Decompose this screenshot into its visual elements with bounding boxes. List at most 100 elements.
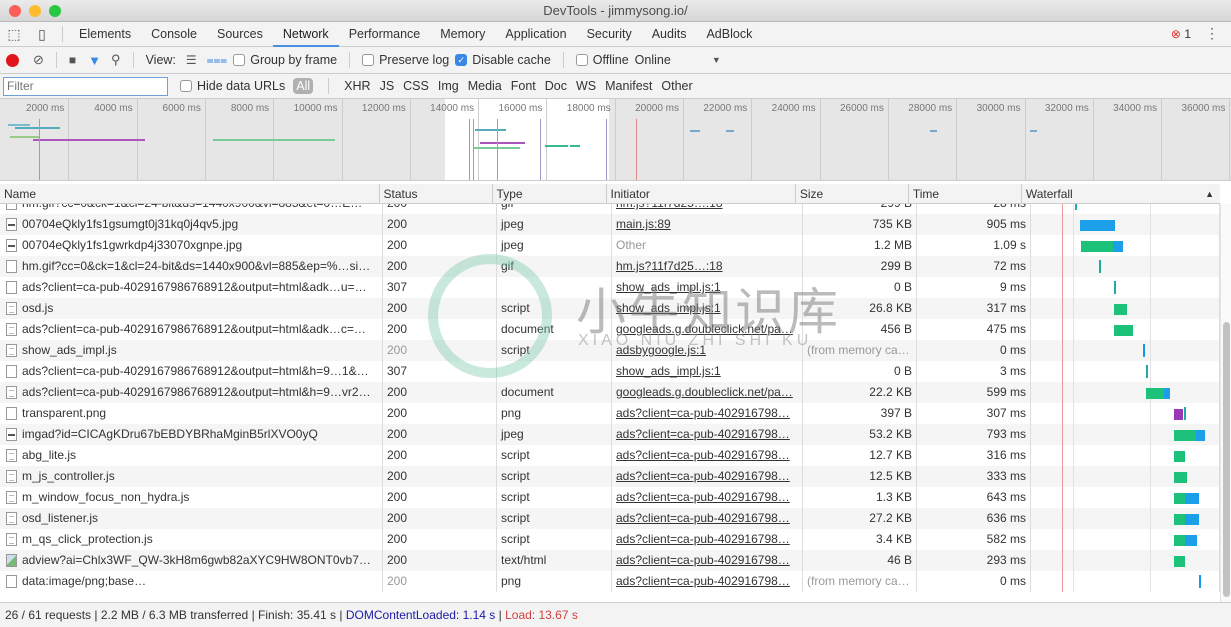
table-row[interactable]: osd.js 200 script show_ads_impl.js:1 26.… <box>0 298 1220 319</box>
preserve-log-checkbox[interactable]: Preserve log <box>362 53 449 67</box>
throttle-select[interactable]: Online ▼ <box>635 53 721 67</box>
table-row[interactable]: hm.gif?cc=0&ck=1&cl=24-bit&ds=1440x900&v… <box>0 256 1220 277</box>
request-name[interactable]: ads?client=ca-pub-4029167986768912&outpu… <box>0 382 383 403</box>
table-row[interactable]: transparent.png 200 png ads?client=ca-pu… <box>0 403 1220 424</box>
record-button[interactable] <box>6 53 19 67</box>
filter-type-all[interactable]: All <box>293 78 314 94</box>
close-window-button[interactable] <box>9 5 21 17</box>
filter-type-media[interactable]: Media <box>468 79 502 93</box>
filter-icon[interactable]: ▼ <box>88 53 101 68</box>
tab-performance[interactable]: Performance <box>339 22 431 47</box>
table-row[interactable]: m_window_focus_non_hydra.js 200 script a… <box>0 487 1220 508</box>
tab-network[interactable]: Network <box>272 22 339 47</box>
clear-icon[interactable]: ⊘ <box>33 52 44 68</box>
table-row[interactable]: abg_lite.js 200 script ads?client=ca-pub… <box>0 445 1220 466</box>
large-rows-icon[interactable]: ☰ <box>186 53 197 67</box>
table-row[interactable]: ads?client=ca-pub-4029167986768912&outpu… <box>0 277 1220 298</box>
request-initiator[interactable]: adsbygoogle.js:1 <box>616 343 706 357</box>
tab-console[interactable]: Console <box>141 22 207 47</box>
filter-type-manifest[interactable]: Manifest <box>605 79 652 93</box>
request-initiator[interactable]: googleads.g.doubleclick.net/pa… <box>616 385 793 399</box>
scrollbar-thumb[interactable] <box>1223 322 1230 597</box>
request-initiator[interactable]: ads?client=ca-pub-402916798… <box>616 406 790 420</box>
table-row[interactable]: osd_listener.js 200 script ads?client=ca… <box>0 508 1220 529</box>
maximize-window-button[interactable] <box>49 5 61 17</box>
inspect-element-icon[interactable]: ⬚ <box>0 26 28 43</box>
request-name[interactable]: osd_listener.js <box>0 508 383 529</box>
tab-sources[interactable]: Sources <box>207 22 273 47</box>
request-name[interactable]: m_qs_click_protection.js <box>0 529 383 550</box>
tab-security[interactable]: Security <box>577 22 642 47</box>
column-header-initiator[interactable]: Initiator <box>607 184 796 203</box>
request-name[interactable]: m_window_focus_non_hydra.js <box>0 487 383 508</box>
filter-type-css[interactable]: CSS <box>403 79 429 93</box>
request-initiator[interactable]: ads?client=ca-pub-402916798… <box>616 574 790 588</box>
request-initiator[interactable]: ads?client=ca-pub-402916798… <box>616 511 790 525</box>
tab-application[interactable]: Application <box>495 22 576 47</box>
column-header-status[interactable]: Status <box>380 184 493 203</box>
table-row[interactable]: show_ads_impl.js 200 script adsbygoogle.… <box>0 340 1220 361</box>
request-name[interactable]: hm.gif?cc=0&ck=1&cl=24-bit&ds=1440x900&v… <box>0 204 383 214</box>
request-initiator[interactable]: ads?client=ca-pub-402916798… <box>616 553 790 567</box>
column-header-size[interactable]: Size <box>796 184 909 203</box>
request-name[interactable]: transparent.png <box>0 403 383 424</box>
request-name[interactable]: 00704eQkly1fs1gsumgt0j31kq0j4qv5.jpg <box>0 214 383 235</box>
error-badge[interactable]: ⊗ 1 <box>1171 27 1191 41</box>
request-initiator[interactable]: show_ads_impl.js:1 <box>616 280 721 294</box>
request-initiator[interactable]: ads?client=ca-pub-402916798… <box>616 448 790 462</box>
column-header-name[interactable]: Name <box>0 184 380 203</box>
request-name[interactable]: hm.gif?cc=0&ck=1&cl=24-bit&ds=1440x900&v… <box>0 256 383 277</box>
request-initiator[interactable]: ads?client=ca-pub-402916798… <box>616 469 790 483</box>
table-row[interactable]: m_qs_click_protection.js 200 script ads?… <box>0 529 1220 550</box>
tab-elements[interactable]: Elements <box>69 22 141 47</box>
request-name[interactable]: osd.js <box>0 298 383 319</box>
search-icon[interactable]: ⚲ <box>111 52 121 68</box>
table-row[interactable]: data:image/png;base… 200 png ads?client=… <box>0 571 1220 592</box>
table-row[interactable]: m_js_controller.js 200 script ads?client… <box>0 466 1220 487</box>
request-name[interactable]: imgad?id=CICAgKDru67bEBDYBRhaMginB5rlXVO… <box>0 424 383 445</box>
column-header-waterfall[interactable]: Waterfall ▲ <box>1022 184 1220 203</box>
table-row[interactable]: adview?ai=Chlx3WF_QW-3kH8m6gwb82aXYC9HW8… <box>0 550 1220 571</box>
group-by-frame-checkbox[interactable]: Group by frame <box>233 53 337 67</box>
device-toolbar-icon[interactable]: ▯ <box>28 26 56 43</box>
request-name[interactable]: data:image/png;base… <box>0 571 383 592</box>
table-row[interactable]: imgad?id=CICAgKDru67bEBDYBRhaMginB5rlXVO… <box>0 424 1220 445</box>
table-row[interactable]: ads?client=ca-pub-4029167986768912&outpu… <box>0 319 1220 340</box>
request-name[interactable]: adview?ai=Chlx3WF_QW-3kH8m6gwb82aXYC9HW8… <box>0 550 383 571</box>
request-name[interactable]: abg_lite.js <box>0 445 383 466</box>
offline-checkbox[interactable]: Offline <box>575 53 629 67</box>
tab-memory[interactable]: Memory <box>430 22 495 47</box>
table-scrollbar[interactable] <box>1220 204 1231 602</box>
tab-audits[interactable]: Audits <box>642 22 697 47</box>
request-name[interactable]: 00704eQkly1fs1gwrkdp4j33070xgnpe.jpg <box>0 235 383 256</box>
tab-adblock[interactable]: AdBlock <box>696 22 762 47</box>
request-initiator[interactable]: ads?client=ca-pub-402916798… <box>616 490 790 504</box>
disable-cache-checkbox[interactable]: ✓ Disable cache <box>455 53 551 67</box>
filter-type-other[interactable]: Other <box>661 79 692 93</box>
request-initiator[interactable]: hm.js?11f7d25…:18 <box>616 259 723 273</box>
request-name[interactable]: show_ads_impl.js <box>0 340 383 361</box>
request-name[interactable]: ads?client=ca-pub-4029167986768912&outpu… <box>0 319 383 340</box>
network-overview[interactable]: 2000 ms 4000 ms 6000 ms 8000 ms 10000 ms 1200… <box>0 99 1231 181</box>
table-row[interactable]: hm.gif?cc=0&ck=1&cl=24-bit&ds=1440x900&v… <box>0 204 1220 214</box>
request-initiator[interactable]: ads?client=ca-pub-402916798… <box>616 532 790 546</box>
request-name[interactable]: ads?client=ca-pub-4029167986768912&outpu… <box>0 361 383 382</box>
filter-type-xhr[interactable]: XHR <box>344 79 370 93</box>
table-row[interactable]: ads?client=ca-pub-4029167986768912&outpu… <box>0 361 1220 382</box>
column-header-time[interactable]: Time <box>909 184 1022 203</box>
filter-type-js[interactable]: JS <box>380 79 395 93</box>
request-initiator[interactable]: show_ads_impl.js:1 <box>616 364 721 378</box>
request-initiator[interactable]: googleads.g.doubleclick.net/pa… <box>616 322 793 336</box>
filter-type-font[interactable]: Font <box>511 79 536 93</box>
table-row[interactable]: 00704eQkly1fs1gwrkdp4j33070xgnpe.jpg 200… <box>0 235 1220 256</box>
request-initiator[interactable]: ads?client=ca-pub-402916798… <box>616 427 790 441</box>
filter-type-img[interactable]: Img <box>438 79 459 93</box>
request-initiator[interactable]: show_ads_impl.js:1 <box>616 301 721 315</box>
request-name[interactable]: ads?client=ca-pub-4029167986768912&outpu… <box>0 277 383 298</box>
request-initiator[interactable]: hm.js?11f7d25…:18 <box>616 204 723 210</box>
filter-type-ws[interactable]: WS <box>576 79 596 93</box>
hide-data-urls-checkbox[interactable]: Hide data URLs <box>180 79 285 93</box>
filter-type-doc[interactable]: Doc <box>545 79 567 93</box>
table-row[interactable]: ads?client=ca-pub-4029167986768912&outpu… <box>0 382 1220 403</box>
column-header-type[interactable]: Type <box>493 184 607 203</box>
